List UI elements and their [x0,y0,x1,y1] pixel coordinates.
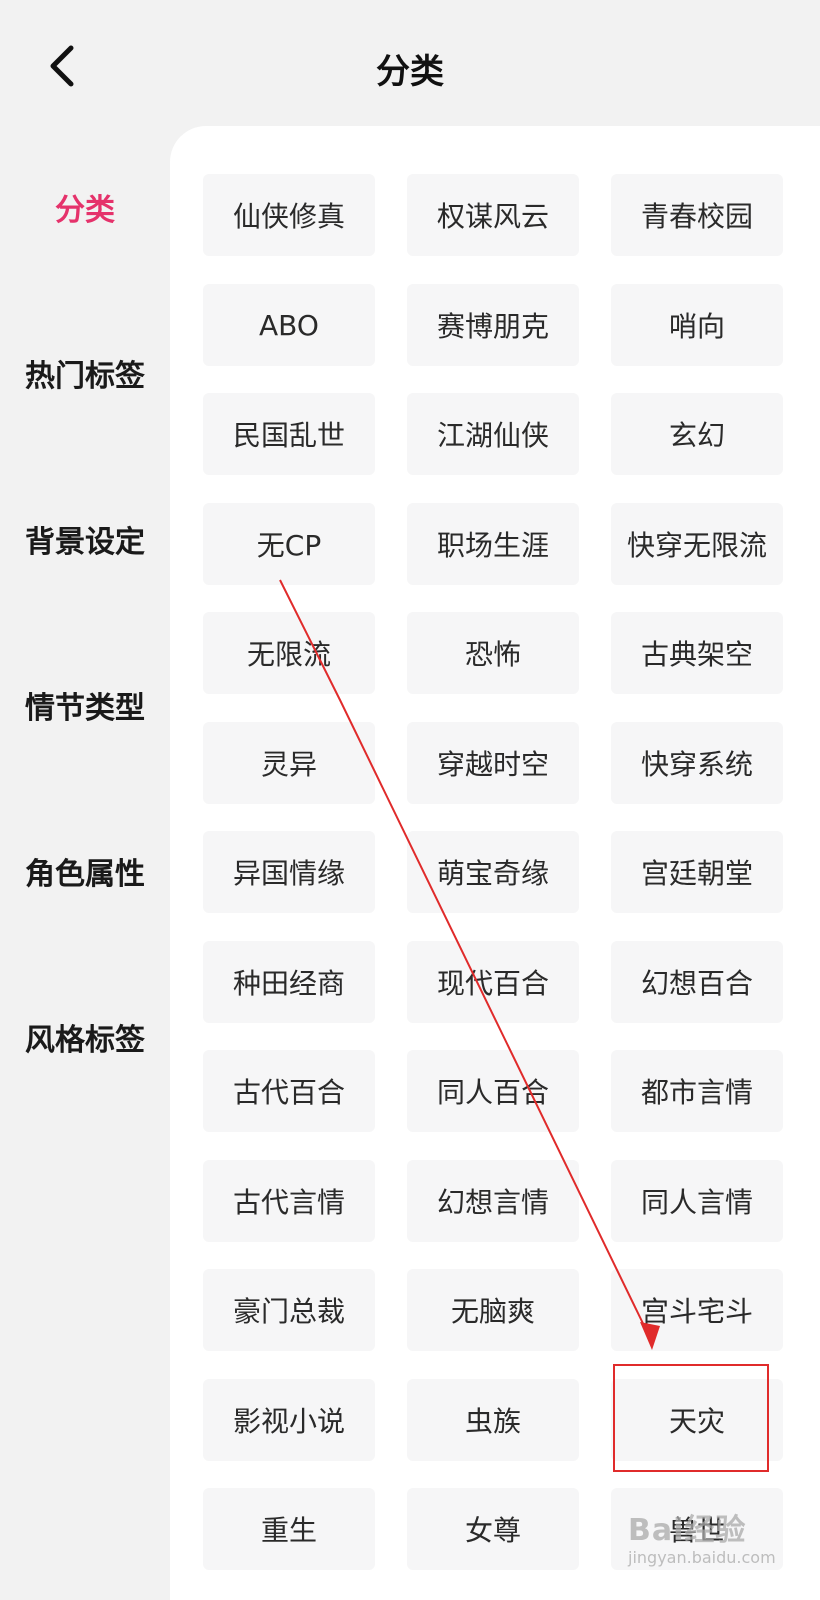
tag-item[interactable]: 江湖仙侠 [407,393,579,475]
category-sidebar: 分类 热门标签 背景设定 情节类型 角色属性 风格标签 [0,130,170,1600]
tag-item[interactable]: 宫斗宅斗 [611,1269,783,1351]
tag-item[interactable]: 重生 [203,1488,375,1570]
tag-item[interactable]: 赛博朋克 [407,284,579,366]
tag-item[interactable]: 无限流 [203,612,375,694]
tag-item[interactable]: 职场生涯 [407,503,579,585]
tag-item[interactable]: 快穿系统 [611,722,783,804]
tag-item[interactable]: 玄幻 [611,393,783,475]
tag-item[interactable]: 异国情缘 [203,831,375,913]
tag-item[interactable]: 古代百合 [203,1050,375,1132]
tag-item[interactable]: 萌宝奇缘 [407,831,579,913]
sidebar-item-plot-type[interactable]: 情节类型 [0,675,170,735]
tag-item[interactable]: 同人言情 [611,1160,783,1242]
tag-item[interactable]: ABO [203,284,375,366]
tag-item[interactable]: 灵异 [203,722,375,804]
top-bar: 分类 [0,0,820,130]
tag-item[interactable]: 快穿无限流 [611,503,783,585]
watermark: Bai经验 jingyan.baidu.com [628,1513,776,1568]
tag-item[interactable]: 宫廷朝堂 [611,831,783,913]
tag-item[interactable]: 仙侠修真 [203,174,375,256]
tag-item[interactable]: 豪门总裁 [203,1269,375,1351]
tag-item[interactable]: 幻想百合 [611,941,783,1023]
highlight-box [613,1364,769,1472]
tag-item[interactable]: 权谋风云 [407,174,579,256]
sidebar-item-category[interactable]: 分类 [0,177,170,237]
page-title: 分类 [376,52,444,92]
sidebar-item-character[interactable]: 角色属性 [0,841,170,901]
tag-item[interactable]: 哨向 [611,284,783,366]
tag-item[interactable]: 民国乱世 [203,393,375,475]
sidebar-item-background[interactable]: 背景设定 [0,509,170,569]
tag-item[interactable]: 无脑爽 [407,1269,579,1351]
sidebar-item-hot-tags[interactable]: 热门标签 [0,343,170,403]
tag-item[interactable]: 古代言情 [203,1160,375,1242]
tag-item[interactable]: 恐怖 [407,612,579,694]
tag-item[interactable]: 无CP [203,503,375,585]
tag-item[interactable]: 同人百合 [407,1050,579,1132]
tag-item[interactable]: 种田经商 [203,941,375,1023]
tag-item[interactable]: 穿越时空 [407,722,579,804]
tag-item[interactable]: 幻想言情 [407,1160,579,1242]
tag-item[interactable]: 古典架空 [611,612,783,694]
sidebar-item-style[interactable]: 风格标签 [0,1007,170,1067]
tag-item[interactable]: 虫族 [407,1379,579,1461]
tag-item[interactable]: 都市言情 [611,1050,783,1132]
tag-item[interactable]: 青春校园 [611,174,783,256]
tag-item[interactable]: 现代百合 [407,941,579,1023]
tag-item[interactable]: 影视小说 [203,1379,375,1461]
tag-item[interactable]: 女尊 [407,1488,579,1570]
